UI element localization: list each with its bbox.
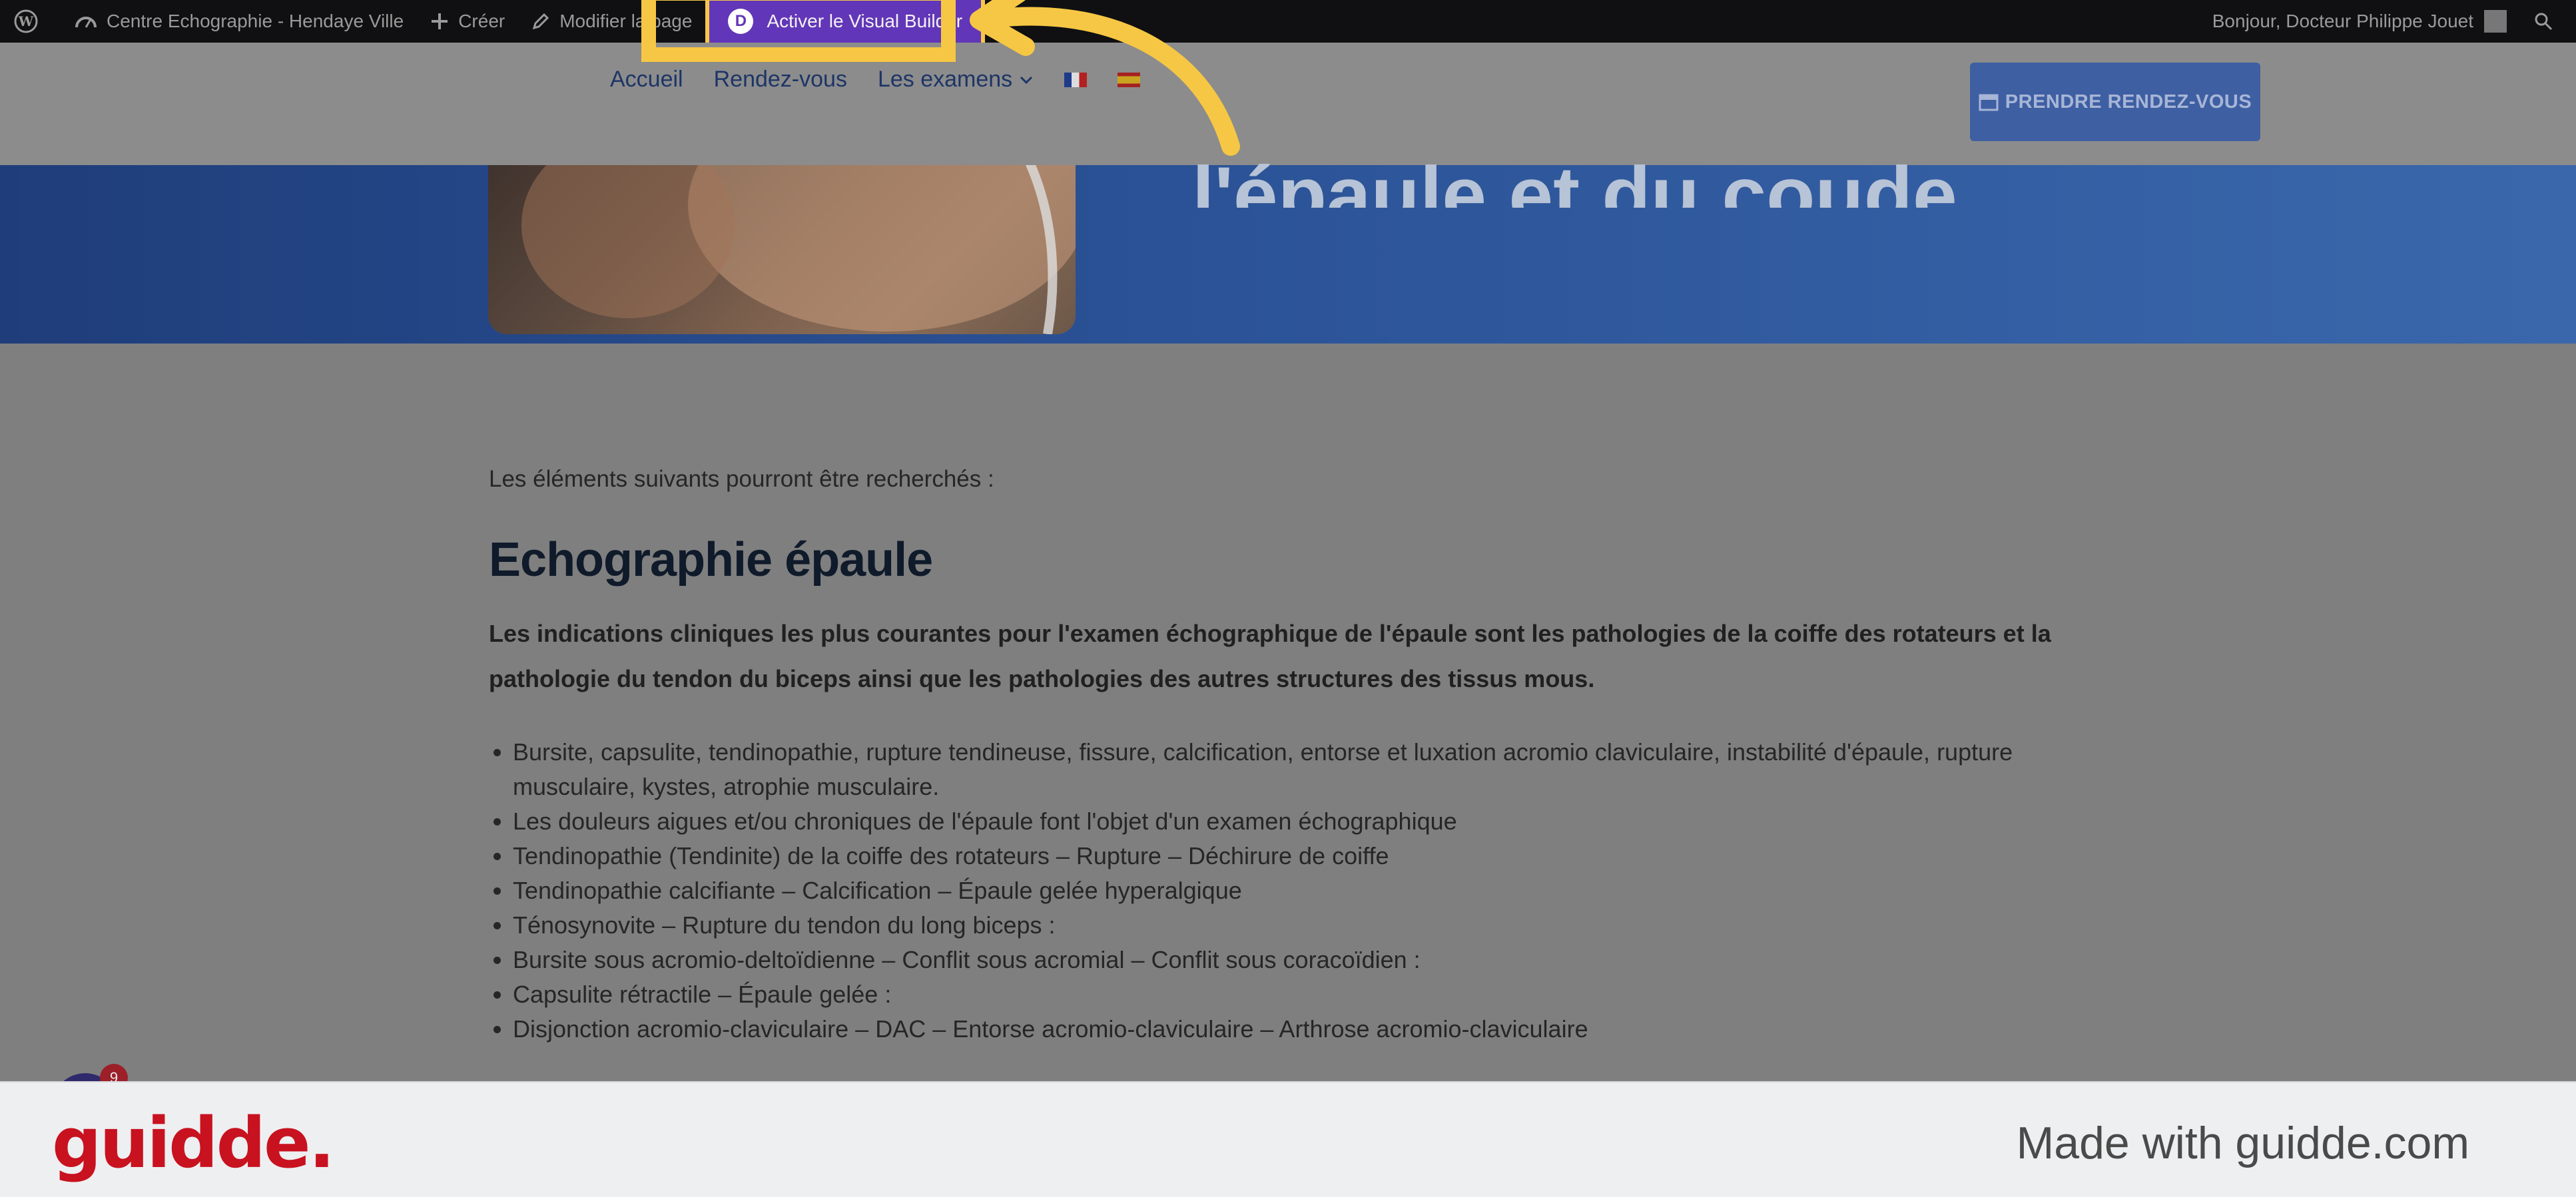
chevron-down-icon <box>1020 76 1033 84</box>
indications-list: Bursite, capsulite, tendinopathie, ruptu… <box>489 735 2094 1047</box>
nav-item-rendez-vous[interactable]: Rendez-vous <box>714 67 847 93</box>
list-item: Ténosynovite – Rupture du tendon du long… <box>513 908 2094 943</box>
calendar-icon <box>1979 94 1999 111</box>
spanish-flag-icon[interactable] <box>1118 72 1141 87</box>
account-greeting[interactable]: Bonjour, Docteur Philippe Jouet <box>2199 0 2520 43</box>
section-title: Echographie épaule <box>489 533 933 587</box>
book-appointment-label: PRENDRE RENDEZ-VOUS <box>2005 91 2252 113</box>
list-item: Capsulite rétractile – Épaule gelée : <box>513 977 2094 1012</box>
avatar <box>2484 10 2507 33</box>
admin-bar-create[interactable]: Créer <box>417 0 518 43</box>
svg-text:W: W <box>18 13 34 29</box>
french-flag-icon[interactable] <box>1064 72 1088 87</box>
create-label: Créer <box>458 11 505 31</box>
guidde-logo[interactable]: guidde. <box>52 1102 335 1184</box>
divi-logo-icon: D <box>728 9 754 34</box>
main-navigation: Accueil Rendez-vous Les examens <box>610 67 1141 93</box>
list-item: Disjonction acromio-claviculaire – DAC –… <box>513 1012 2094 1047</box>
made-with-text[interactable]: Made with guidde.com <box>2017 1117 2469 1169</box>
admin-bar-site-link[interactable]: Centre Echographie - Hendaye Ville <box>61 0 417 43</box>
nav-item-accueil[interactable]: Accueil <box>610 67 683 93</box>
admin-search-icon[interactable] <box>2520 0 2576 43</box>
pencil-icon <box>533 13 549 30</box>
nav-item-les-examens[interactable]: Les examens <box>878 67 1034 93</box>
list-item: Bursite, capsulite, tendinopathie, ruptu… <box>513 735 2094 804</box>
visual-builder-button[interactable]: D Activer le Visual Builder <box>705 0 986 43</box>
section-lead: Les indications cliniques les plus coura… <box>489 620 2051 692</box>
admin-bar: W Centre Echographie - Hendaye Ville Cré… <box>0 0 2576 43</box>
intro-text: Les éléments suivants pourront être rech… <box>489 466 994 492</box>
wordpress-logo-icon[interactable]: W <box>0 0 61 43</box>
nav-item-les-examens-label: Les examens <box>877 67 1013 92</box>
dashboard-icon <box>75 17 97 28</box>
list-item: Tendinopathie calcifiante – Calcificatio… <box>513 873 2094 908</box>
list-item: Bursite sous acromio-deltoïdienne – Conf… <box>513 943 2094 977</box>
book-appointment-button[interactable]: PRENDRE RENDEZ-VOUS <box>1970 63 2260 141</box>
list-item: Les douleurs aigues et/ou chroniques de … <box>513 804 2094 839</box>
admin-bar-edit-page[interactable]: Modifier la page <box>518 0 705 43</box>
hero-title: l'épaule et du coude <box>1192 150 1957 208</box>
plus-icon <box>432 13 448 29</box>
visual-builder-label: Activer le Visual Builder <box>767 11 963 31</box>
site-header: l'épaule et du coude Accueil Rendez-vous… <box>0 43 2576 208</box>
list-item: Tendinopathie (Tendinite) de la coiffe d… <box>513 839 2094 873</box>
guidde-footer: guidde. Made with guidde.com <box>0 1081 2576 1197</box>
edit-page-label: Modifier la page <box>559 11 693 31</box>
hero-image <box>488 165 1088 336</box>
main-content: Les éléments suivants pourront être rech… <box>489 466 2094 1047</box>
site-name: Centre Echographie - Hendaye Ville <box>107 11 404 31</box>
greeting-text: Bonjour, Docteur Philippe Jouet <box>2212 11 2473 31</box>
